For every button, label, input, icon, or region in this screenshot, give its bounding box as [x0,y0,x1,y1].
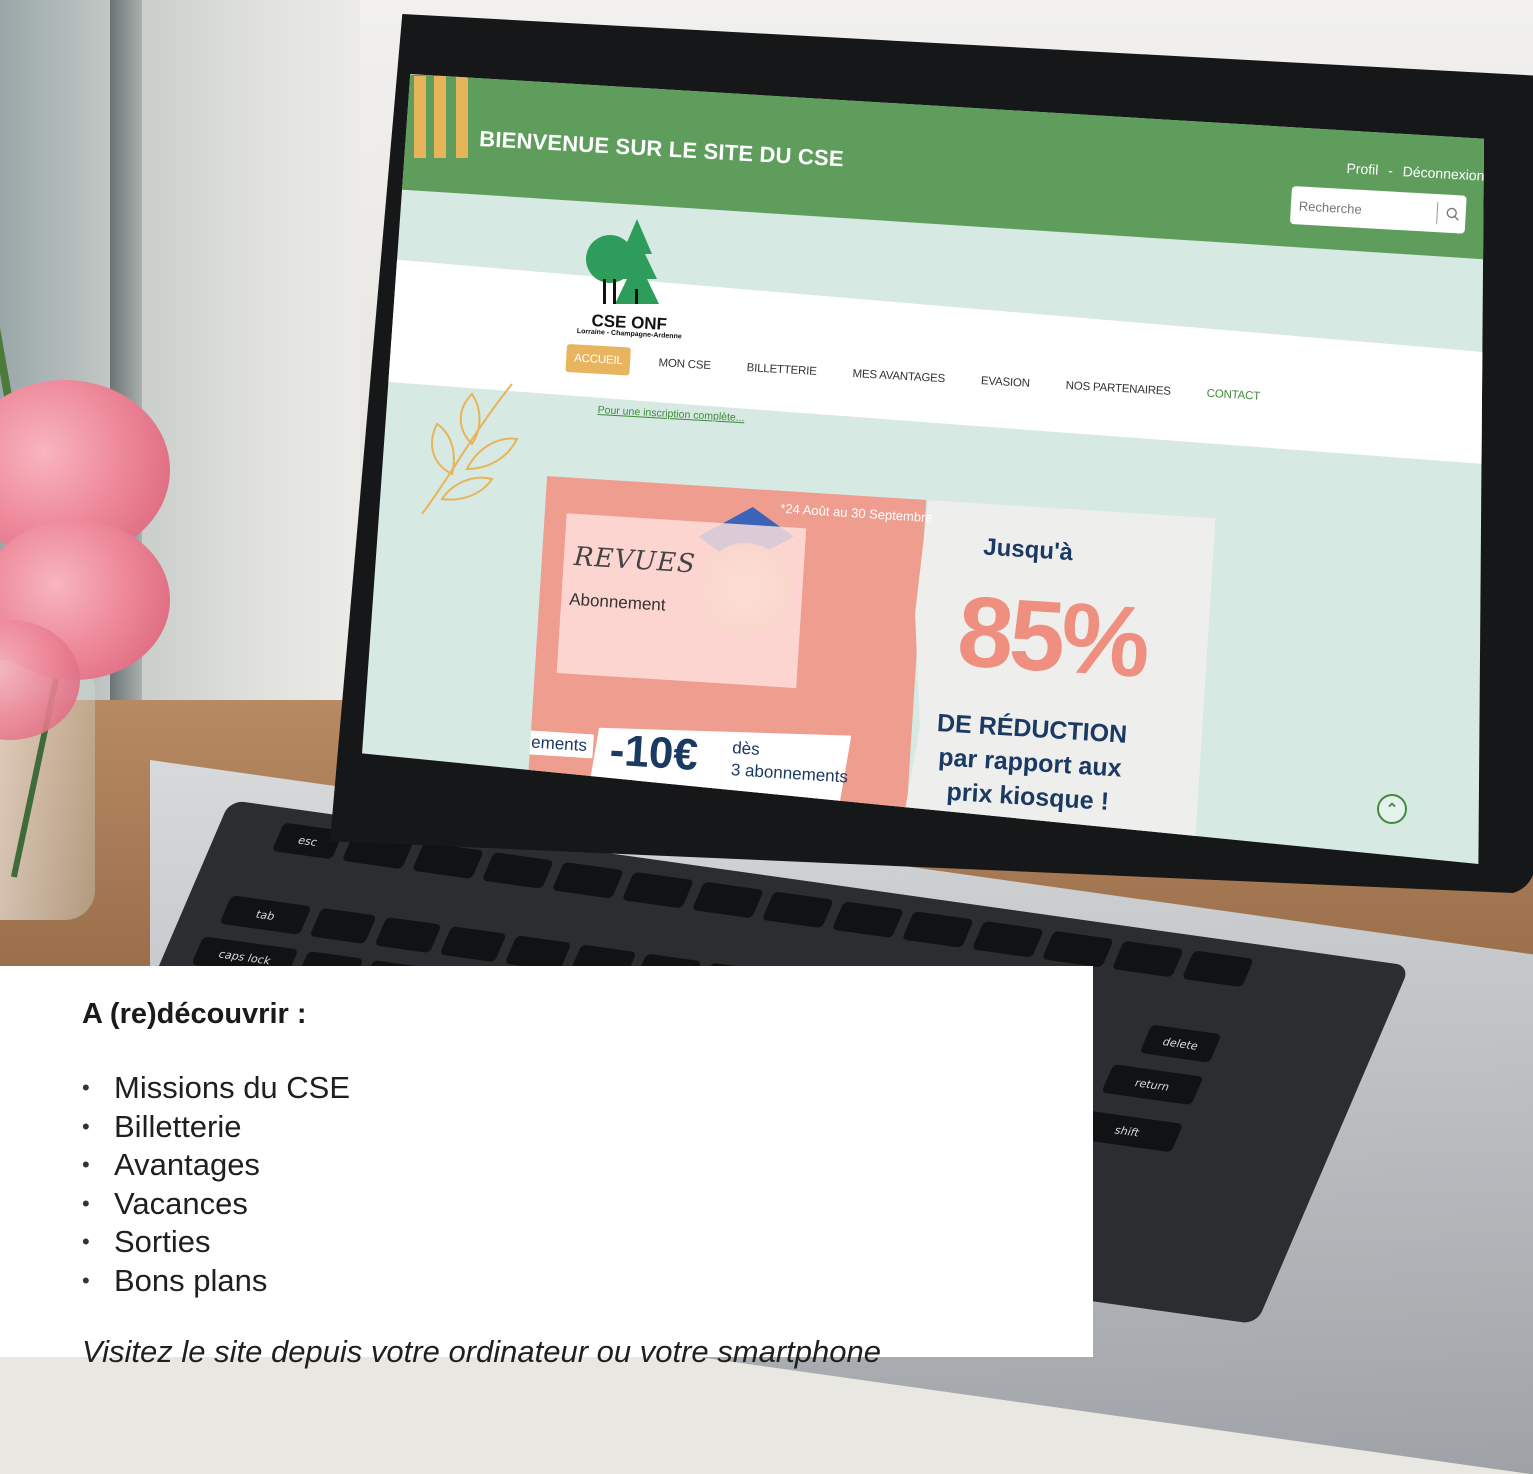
bullet: • [82,1075,90,1100]
chevron-up-icon: ⌃ [1385,801,1399,818]
revues-caption-box: REVUES Abonnement [556,513,807,689]
key-generic [411,842,484,879]
key-tab: tab [219,895,312,935]
list-item: • Missions du CSE [82,1069,350,1108]
key-generic [1111,940,1184,978]
list-item-label: Vacances [114,1185,248,1221]
info-panel: A (re)découvrir : • Missions du CSE • Bill… [0,966,1093,1369]
profile-link[interactable]: Profil [1346,160,1379,178]
promo-price: -10€ [608,725,700,780]
nav-accueil[interactable]: ACCUEIL [565,344,632,376]
list-item-label: Avantages [114,1147,260,1183]
key-generic [971,920,1044,958]
header-stripes-logo [414,76,468,158]
key-generic [551,861,624,899]
list-item: • Bons plans [82,1262,350,1301]
list-item-label: Billetterie [114,1108,242,1144]
bullet: • [82,1229,90,1255]
key-power [1181,950,1254,988]
promo-des: dès [731,738,761,759]
key-generic [621,871,694,909]
key-generic [481,852,554,889]
laptop-screen: BIENVENUE SUR LE SITE DU CSE Profil - Dé… [362,74,1484,864]
reduction-text: DE RÉDUCTION par rapport aux prix kiosqu… [922,705,1138,820]
nav-billetterie[interactable]: BILLETTERIE [738,354,825,387]
scroll-to-top-button[interactable]: ⌃ [1377,794,1407,824]
list-item-label: Sorties [114,1224,211,1260]
key-generic [1041,930,1114,968]
jusqua-label: Jusqu'à [982,533,1074,567]
promo-left-text: ements [524,730,594,759]
bullet: • [82,1190,90,1216]
leaf-decoration-icon [421,383,519,515]
key-generic [901,911,974,948]
bullet: • [82,1267,90,1293]
list-item: • Billetterie [82,1108,350,1147]
key-generic [831,901,904,939]
list-item: • Sorties [82,1223,350,1262]
key-generic [691,881,764,919]
search-input[interactable] [1290,196,1430,222]
revues-subtitle: Abonnement [568,589,667,615]
list-item: • Vacances [82,1185,350,1224]
key-generic [374,917,442,954]
key-delete: delete [1139,1024,1222,1063]
discount-percent: 85% [954,575,1150,699]
feature-list: • Missions du CSE • Billetterie • Avantages… [82,1069,350,1301]
bullet: • [82,1113,90,1139]
key-generic [761,891,834,929]
panel-footer: Visitez le site depuis votre ordinateur … [82,1334,881,1369]
revues-title: REVUES [573,541,697,580]
search-icon[interactable] [1445,207,1460,222]
key-return: return [1101,1064,1204,1106]
links-separator: - [1387,162,1394,179]
nav-evasion[interactable]: EVASION [972,367,1038,399]
key-generic [439,926,507,963]
nav-mon-cse[interactable]: MON CSE [650,349,720,381]
inscription-link[interactable]: Pour une inscription complète... [597,404,745,424]
bullet: • [82,1152,90,1178]
panel-heading: A (re)découvrir : [82,998,307,1030]
nav-mes-avantages[interactable]: MES AVANTAGES [844,360,954,394]
cse-onf-logo-icon[interactable] [577,219,677,314]
list-item-label: Missions du CSE [114,1070,351,1105]
search-divider [1436,202,1439,225]
list-item: • Avantages [82,1146,350,1185]
nav-contact[interactable]: CONTACT [1198,379,1269,411]
key-generic [309,907,377,944]
list-item-label: Bons plans [114,1262,268,1298]
